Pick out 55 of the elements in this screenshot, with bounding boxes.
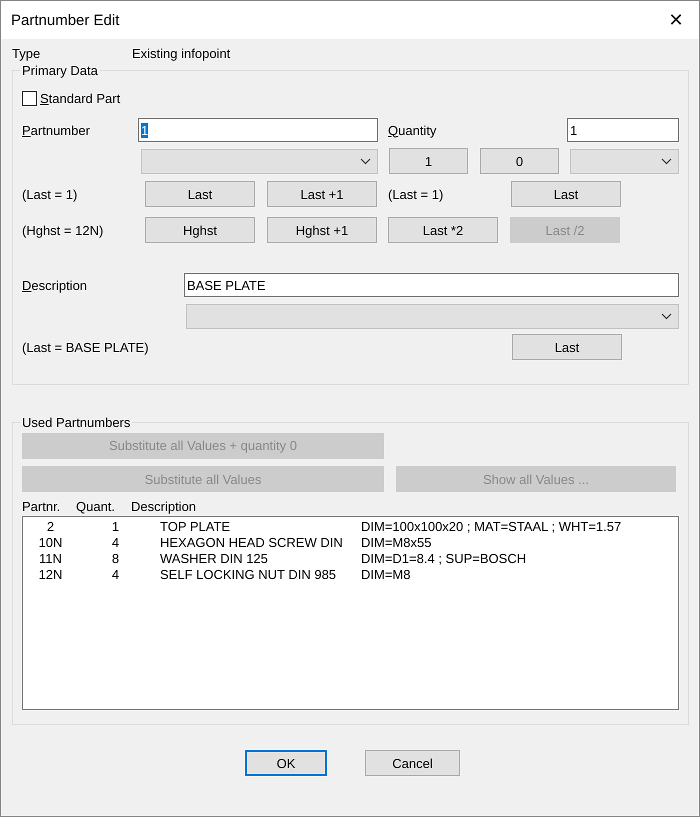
- table-cell-text: 11N: [38, 550, 63, 566]
- button[interactable]: Last: [512, 334, 622, 360]
- table-cell-text: 4: [110, 534, 120, 550]
- ok-button[interactable]: OK: [245, 750, 327, 776]
- table-cell-text: DIM=M8: [361, 566, 412, 582]
- quantity-label: Quantity: [388, 122, 436, 138]
- table-cell-text: HEXAGON HEAD SCREW DIN: [160, 534, 344, 550]
- close-button[interactable]: ✕: [653, 1, 699, 39]
- table-cell-text: DIM=M8x55: [361, 534, 432, 550]
- window-title: Partnumber Edit: [11, 12, 120, 28]
- type-value: Existing infopoint: [132, 46, 230, 60]
- chevron-down-icon: [360, 158, 371, 164]
- description-label: Description: [22, 278, 88, 292]
- button[interactable]: 1: [389, 148, 468, 174]
- quantity-field[interactable]: 1: [567, 118, 679, 142]
- table-cell-text: 4: [110, 566, 120, 582]
- table-cell-text: DIM=100x100x20 ; MAT=STAAL ; WHT=1.57: [361, 518, 622, 534]
- partnumber-field[interactable]: 1: [138, 118, 378, 142]
- type-label: Type: [12, 46, 42, 60]
- button[interactable]: 0: [480, 148, 559, 174]
- last-description-note: (Last = BASE PLATE): [22, 340, 149, 354]
- column-header: Partnr.: [22, 499, 62, 514]
- button[interactable]: Last: [145, 181, 255, 207]
- group-title: Used Partnumbers: [21, 415, 132, 430]
- button[interactable]: Last: [511, 181, 621, 207]
- partnumber-label: Partnumber: [22, 122, 90, 138]
- column-header: Quant.: [76, 499, 116, 514]
- chevron-down-icon: [661, 158, 672, 164]
- parts-list[interactable]: 2 1 TOP PLATE DIM=100x100x20 ; MAT=STAAL ; WHT=1.57 10N 4 HEXAGON HEAD SCREW DIN DIM=M8x55 11N 8 WASHER DIN 125 DIM=D1=8.4 ; SUP=BOSCH 12N 4 SELF LOCKING NUT DIN 985 DIM=M8: [22, 516, 679, 710]
- description-field[interactable]: BASE PLATE: [184, 273, 679, 297]
- table-cell-text: 8: [110, 550, 120, 566]
- description-dropdown[interactable]: [186, 304, 679, 328]
- table-cell-text: DIM=D1=8.4 ; SUP=BOSCH: [361, 550, 528, 566]
- table-cell-text: WASHER DIN 125: [160, 550, 269, 566]
- cancel-button[interactable]: Cancel: [365, 750, 460, 776]
- quantity-dropdown[interactable]: [570, 148, 679, 174]
- group-title: Primary Data: [21, 63, 99, 78]
- table-cell-text: SELF LOCKING NUT DIN 985: [160, 566, 338, 582]
- last-partnumber-note: (Last = 1): [22, 186, 78, 202]
- partnumber-dropdown[interactable]: [141, 148, 378, 174]
- table-cell-text: 2: [46, 518, 56, 534]
- table-cell-text: TOP PLATE: [160, 518, 232, 534]
- standard-part-checkbox[interactable]: [22, 90, 37, 106]
- checkbox-label: Standard Part: [40, 90, 120, 106]
- table-cell-text: 12N: [38, 566, 64, 582]
- last-quantity-note: (Last = 1): [388, 186, 444, 202]
- button[interactable]: Hghst: [145, 217, 255, 243]
- button[interactable]: Hghst +1: [267, 217, 377, 243]
- button[interactable]: Last *2: [388, 217, 498, 243]
- column-header: Description: [131, 499, 198, 514]
- table-cell-text: 1: [110, 518, 120, 534]
- button[interactable]: Last +1: [267, 181, 377, 207]
- highest-partnumber-note: (Hghst = 12N): [22, 222, 104, 238]
- chevron-down-icon: [661, 312, 672, 320]
- table-cell-text: 10N: [38, 534, 64, 550]
